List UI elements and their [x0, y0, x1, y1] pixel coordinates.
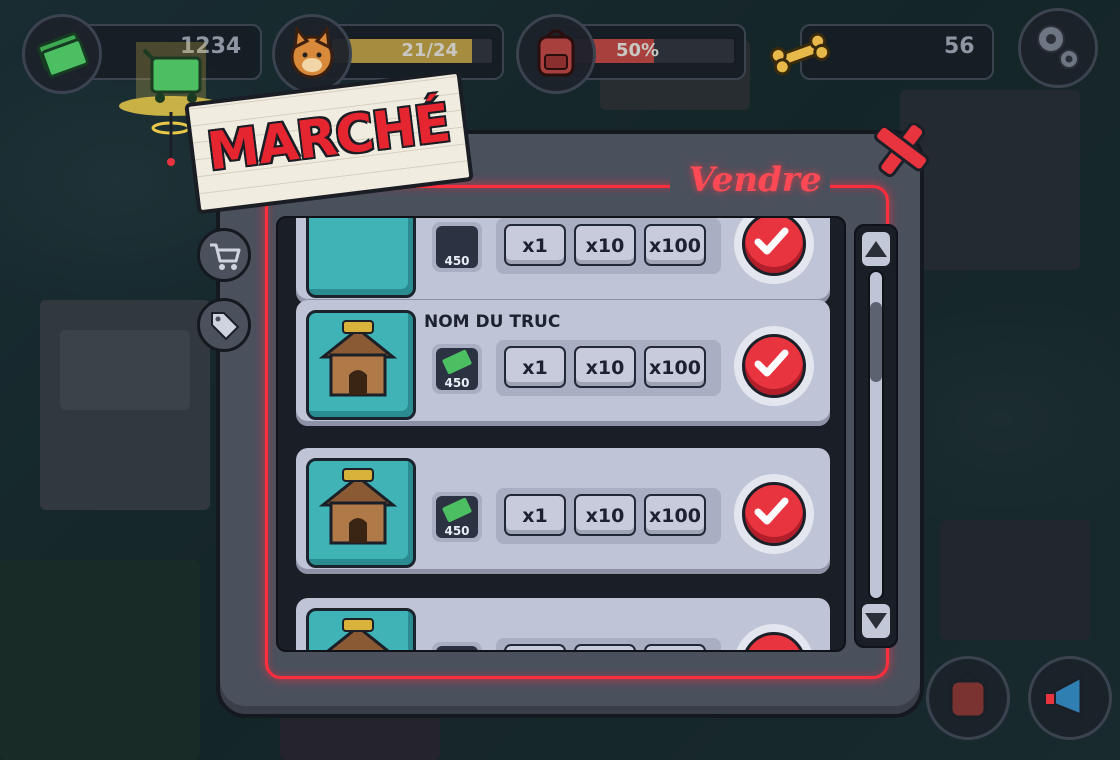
- confirm-ring: [734, 624, 814, 650]
- doghouse-icon: [306, 458, 416, 568]
- price-badge: 450: [432, 492, 482, 542]
- list-item: NOM DU TRUC 450 x1 x10 x100: [296, 300, 830, 426]
- qty-x100-button[interactable]: x100: [644, 224, 706, 266]
- storage-value: 50%: [616, 40, 660, 61]
- checkmark-icon: [754, 349, 789, 377]
- doghouse-icon: [306, 608, 416, 650]
- list-item: 450 x1 x10 x100: [296, 218, 830, 304]
- doghouse-icon: [306, 218, 416, 298]
- scrollbar[interactable]: [854, 224, 898, 648]
- tab-sell[interactable]: [197, 298, 251, 352]
- qty-x100-button[interactable]: x100: [644, 346, 706, 388]
- tab-shop[interactable]: [197, 228, 251, 282]
- qty-x10-button[interactable]: x10: [574, 224, 636, 266]
- scroll-rail[interactable]: [868, 270, 884, 600]
- close-icon: [874, 122, 930, 178]
- cash-icon: [22, 14, 102, 94]
- price-badge: [432, 642, 482, 650]
- confirm-ring: [734, 474, 814, 554]
- backpack-icon: [949, 673, 987, 719]
- qty-x10-button[interactable]: x10: [574, 494, 636, 536]
- scroll-thumb[interactable]: [870, 302, 882, 382]
- arrow-down-icon: [865, 613, 887, 629]
- price-value: 450: [444, 254, 470, 268]
- bones-value: 56: [944, 34, 975, 59]
- cart-icon: [210, 243, 241, 270]
- list-item: 450 x1 x10 x100: [296, 448, 830, 574]
- price-value: 450: [444, 376, 470, 390]
- backpack-button[interactable]: [926, 656, 1010, 740]
- qty-x10-button[interactable]: x10: [574, 346, 636, 388]
- price-badge: 450: [432, 344, 482, 394]
- confirm-sell-button[interactable]: [742, 482, 806, 546]
- price-tag-icon: [211, 312, 240, 341]
- qty-x1-button[interactable]: x1: [504, 494, 566, 536]
- quantity-selector: x1 x10 x100: [496, 488, 721, 544]
- confirm-sell-button[interactable]: [742, 218, 806, 276]
- qty-x100-button[interactable]: [644, 644, 706, 650]
- list-item: [296, 598, 830, 650]
- close-button[interactable]: [866, 114, 936, 184]
- cash-icon: [436, 646, 478, 650]
- confirm-ring: [734, 218, 814, 284]
- confirm-sell-button[interactable]: [742, 632, 806, 650]
- bone-icon: [760, 14, 840, 94]
- qty-x1-button[interactable]: x1: [504, 346, 566, 388]
- storage-bar: 50%: [572, 37, 736, 65]
- market-title: MARCHÉ: [204, 93, 453, 183]
- announcement-button[interactable]: [1028, 656, 1112, 740]
- doghouse-icon: [306, 310, 416, 420]
- gear-icon: [1037, 25, 1079, 69]
- checkmark-icon: [754, 497, 789, 525]
- qty-x10-button[interactable]: [574, 644, 636, 650]
- population-value: 21/24: [401, 40, 458, 61]
- qty-x1-button[interactable]: x1: [504, 224, 566, 266]
- price-value: 450: [444, 524, 470, 538]
- qty-x1-button[interactable]: [504, 644, 566, 650]
- price-badge: 450: [432, 222, 482, 272]
- backpack-icon: [516, 14, 596, 94]
- item-name: NOM DU TRUC: [424, 312, 561, 332]
- dog-icon: [272, 14, 352, 94]
- quantity-selector: x1 x10 x100: [496, 218, 721, 274]
- checkmark-icon: [754, 227, 789, 255]
- confirm-sell-button[interactable]: [742, 334, 806, 398]
- qty-x100-button[interactable]: x100: [644, 494, 706, 536]
- sell-item-list[interactable]: 450 x1 x10 x100 NOM DU TRUC 450 x1 x10 x…: [276, 216, 846, 652]
- sell-section-title: Vendre: [688, 160, 822, 200]
- quantity-selector: [496, 638, 721, 650]
- quantity-selector: x1 x10 x100: [496, 340, 721, 396]
- arrow-up-icon: [865, 241, 887, 257]
- scroll-up-button[interactable]: [860, 230, 892, 268]
- scroll-down-button[interactable]: [860, 602, 892, 640]
- settings-button[interactable]: [1018, 8, 1098, 88]
- population-bar: 21/24: [330, 37, 494, 65]
- confirm-ring: [734, 326, 814, 406]
- megaphone-icon: [1044, 674, 1083, 718]
